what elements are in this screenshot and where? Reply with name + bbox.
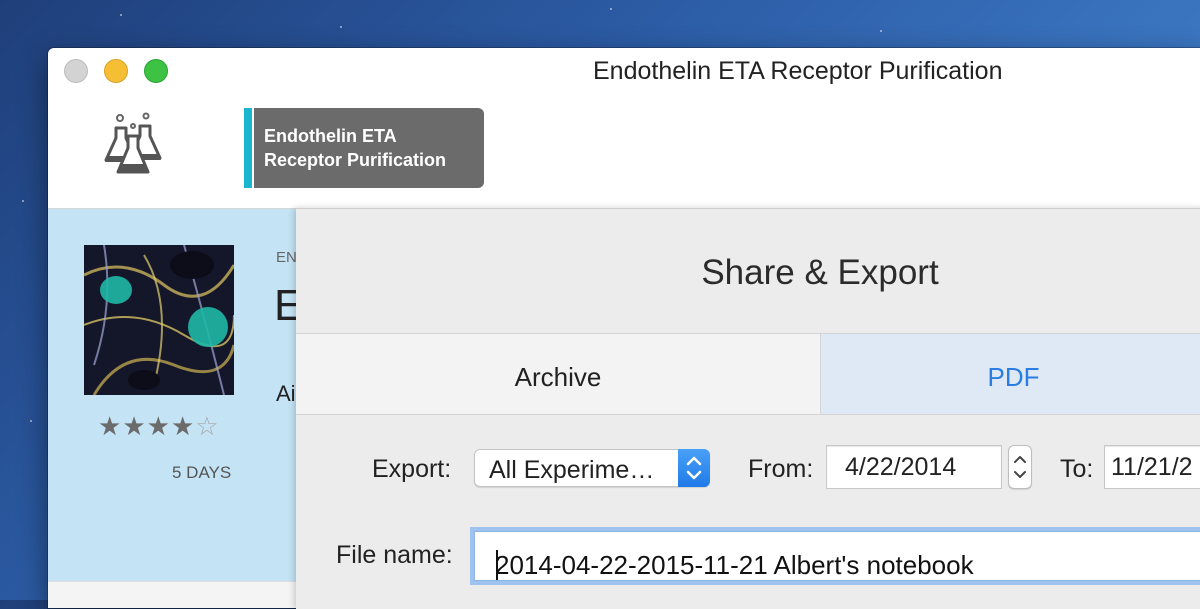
from-date-stepper[interactable] [1008, 445, 1032, 489]
from-label: From: [748, 455, 814, 483]
close-window-button[interactable] [64, 59, 88, 83]
star-filled-icon[interactable]: ★ [98, 411, 122, 441]
filename-label: File name: [336, 541, 453, 569]
experiment-category-text: EN [276, 249, 297, 266]
minimize-window-button[interactable] [104, 59, 128, 83]
project-tab-divider [252, 108, 254, 188]
project-tab-title-line2: Receptor Purification [264, 150, 447, 170]
stepper-up-icon [1014, 456, 1026, 463]
share-export-sheet: Share & Export Archive PDF Export: All E… [296, 208, 1200, 609]
tab-archive[interactable]: Archive [296, 334, 821, 414]
export-format-tabs: Archive PDF [296, 333, 1200, 415]
sheet-title: Share & Export [701, 253, 939, 292]
lab-flasks-icon[interactable] [100, 112, 166, 180]
export-scope-value: All Experime… [489, 456, 655, 484]
to-label: To: [1060, 455, 1094, 483]
star-filled-icon[interactable]: ★ [171, 411, 195, 441]
project-tab-title-line1: Endothelin ETA [264, 126, 397, 146]
tab-pdf[interactable]: PDF [821, 334, 1200, 414]
window-title: Endothelin ETA Receptor Purification [593, 57, 1003, 85]
filename-value: 2014-04-22-2015-11-21 Albert's notebook [495, 550, 974, 580]
from-date-field[interactable]: 4/22/2014 [826, 445, 1002, 489]
rating-stars[interactable]: ★★★★☆ [98, 411, 220, 442]
project-tab[interactable]: Endothelin ETA Receptor Purification [244, 108, 484, 188]
star-empty-icon[interactable]: ☆ [195, 411, 219, 441]
star-filled-icon[interactable]: ★ [147, 411, 171, 441]
star-filled-icon[interactable]: ★ [122, 411, 146, 441]
text-caret [496, 550, 498, 580]
experiment-summary-text: Ai [276, 381, 296, 406]
filename-input[interactable]: 2014-04-22-2015-11-21 Albert's notebook [474, 531, 1200, 581]
footer-bar [48, 581, 298, 608]
to-date-value: 11/21/2 [1111, 453, 1193, 481]
popup-arrows-icon[interactable] [678, 449, 710, 487]
stepper-down-icon [1014, 471, 1026, 478]
from-date-value: 4/22/2014 [845, 453, 957, 481]
zoom-window-button[interactable] [144, 59, 168, 83]
experiment-duration: 5 DAYS [172, 463, 232, 482]
to-date-field[interactable]: 11/21/2 [1104, 445, 1200, 489]
export-label: Export: [372, 455, 452, 483]
export-scope-popup[interactable]: All Experime… [474, 449, 710, 487]
experiment-thumbnail[interactable] [84, 245, 234, 395]
